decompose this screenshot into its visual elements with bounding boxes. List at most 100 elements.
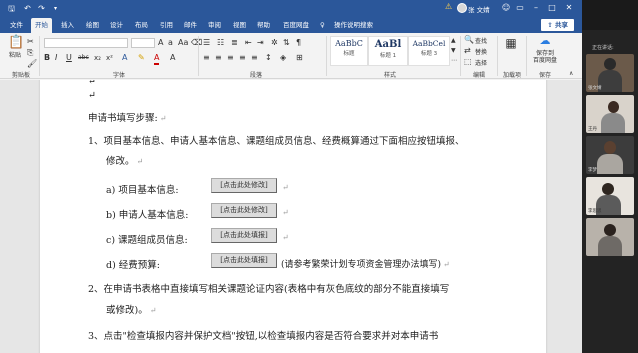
maximize-icon[interactable]: □ <box>546 2 558 14</box>
select-icon[interactable]: ⬚ <box>464 57 472 67</box>
subscript-icon[interactable]: x₂ <box>94 53 101 63</box>
applicant-info-edit-button[interactable]: [点击此处修改] <box>211 203 277 218</box>
format-painter-icon[interactable]: 🖌 <box>27 59 37 69</box>
addins-icon[interactable]: ▦ <box>503 37 519 49</box>
paragraph-mark: ↵ <box>282 208 289 217</box>
borders-icon[interactable]: ⊞ <box>296 53 303 63</box>
participant-tile[interactable]: 李梦 <box>586 136 634 174</box>
warning-icon[interactable]: ⚠ <box>445 2 452 11</box>
underline-icon[interactable]: U <box>66 53 72 63</box>
copy-icon[interactable]: ⎘ <box>27 48 33 58</box>
tab-home[interactable]: 开始 <box>31 18 52 33</box>
share-button[interactable]: ⇪ 共享 <box>541 19 574 31</box>
find-label[interactable]: 查找 <box>475 36 487 45</box>
minimize-icon[interactable]: – <box>530 2 542 14</box>
shrink-font-icon[interactable]: a <box>168 38 173 48</box>
tab-layout[interactable]: 布局 <box>131 18 152 33</box>
char-shading-icon[interactable]: A <box>170 53 175 63</box>
superscript-icon[interactable]: x² <box>106 53 113 63</box>
tab-help[interactable]: 帮助 <box>253 18 274 33</box>
multilevel-list-icon[interactable]: ≣ <box>231 38 238 48</box>
shading-icon[interactable]: ◈ <box>280 53 286 63</box>
font-size-combo[interactable] <box>131 38 155 48</box>
text-effects-icon[interactable]: A <box>122 53 127 63</box>
ribbon-options-icon[interactable]: ▭ <box>514 2 526 14</box>
team-members-fill-button[interactable]: [点击此处填报] <box>211 228 277 243</box>
strikethrough-icon[interactable]: abc <box>78 53 89 63</box>
tab-file[interactable]: 文件 <box>6 18 27 33</box>
participant-tile[interactable]: 李思思 <box>586 177 634 215</box>
replace-label[interactable]: 替换 <box>475 47 487 56</box>
chinese-layout-icon[interactable]: ✲ <box>271 38 278 48</box>
align-right-icon[interactable]: ≡ <box>227 53 234 63</box>
cloud-save-icon[interactable]: ☁ <box>538 35 552 46</box>
change-case-icon[interactable]: Aa <box>178 38 188 48</box>
find-icon[interactable]: 🔍 <box>464 35 474 45</box>
clear-format-icon[interactable]: ⌫ <box>191 38 202 48</box>
bullets-icon[interactable]: ☰ <box>203 38 210 48</box>
font-name-combo[interactable] <box>44 38 128 48</box>
align-left-icon[interactable]: ≡ <box>203 53 210 63</box>
participant-tile[interactable]: 张文婧 <box>586 54 634 92</box>
align-center-icon[interactable]: ≡ <box>215 53 222 63</box>
styles-scroll-down-icon[interactable]: ▼ <box>451 46 456 56</box>
paragraph-mark: ↵ <box>88 90 96 101</box>
bold-icon[interactable]: B <box>44 53 50 63</box>
replace-icon[interactable]: ⇄ <box>464 46 471 56</box>
select-label[interactable]: 选择 <box>475 58 487 67</box>
participant-name: 李思思 <box>588 209 602 214</box>
sort-icon[interactable]: ⇅ <box>283 38 290 48</box>
paste-label[interactable]: 粘贴 <box>6 52 24 59</box>
justify-icon[interactable]: ≡ <box>239 53 246 63</box>
highlight-icon[interactable]: ✎ <box>138 53 145 63</box>
budget-fill-button[interactable]: [点击此处填报] <box>211 253 277 268</box>
tell-me-search[interactable]: 操作说明搜索 <box>330 18 377 33</box>
avatar[interactable] <box>457 3 467 13</box>
tab-mailings[interactable]: 邮件 <box>180 18 201 33</box>
distributed-icon[interactable]: ≡ <box>251 53 258 63</box>
style-heading1[interactable]: AaBl 标题 1 <box>368 36 408 66</box>
increase-indent-icon[interactable]: ⇥ <box>257 38 264 48</box>
participant-tile[interactable]: 王丹 <box>586 95 634 133</box>
tab-insert[interactable]: 插入 <box>57 18 78 33</box>
style-heading3[interactable]: AaBbCel 标题 3 <box>408 36 450 66</box>
redo-icon[interactable]: ↷ <box>36 3 47 14</box>
collapse-ribbon-icon[interactable]: ∧ <box>569 69 573 79</box>
title-bar: 🖫 ↶ ↷ ▾ ⚠ 张 文婧 ☺ ▭ – □ ✕ <box>0 0 582 17</box>
meeting-panel: 正在讲话: 张文婧 王丹 李梦 李思思 <box>582 0 638 353</box>
paragraph-mark: ↵ <box>280 182 289 193</box>
tab-draw[interactable]: 绘图 <box>82 18 103 33</box>
cut-icon[interactable]: ✂ <box>27 37 34 47</box>
numbering-icon[interactable]: ☷ <box>217 38 224 48</box>
styles-scroll-up-icon[interactable]: ▲ <box>451 36 456 46</box>
paragraph-mark: ↵ <box>88 80 96 87</box>
grow-font-icon[interactable]: A <box>158 38 163 48</box>
project-info-edit-button[interactable]: [点击此处修改] <box>211 178 277 193</box>
tab-view[interactable]: 视图 <box>229 18 250 33</box>
baidu-save-label[interactable]: 保存到 百度网盘 <box>530 50 560 64</box>
style-title[interactable]: AaBbC 标题 <box>330 36 368 66</box>
group-styles: 样式 <box>383 72 396 79</box>
tab-baidu[interactable]: 百度网盘 <box>279 18 313 33</box>
tab-review[interactable]: 审阅 <box>204 18 225 33</box>
show-marks-icon[interactable]: ¶ <box>296 38 301 48</box>
group-editing: 编辑 <box>472 72 485 79</box>
line-spacing-icon[interactable]: ↕ <box>265 53 272 63</box>
customize-icon[interactable]: ▾ <box>50 3 61 14</box>
style-sample: AaBl <box>374 39 402 50</box>
doc-sub-d-note: (请参考繁荣计划专项资金管理办法填写) ↵ <box>281 257 450 270</box>
save-icon[interactable]: 🖫 <box>6 3 17 14</box>
decrease-indent-icon[interactable]: ⇤ <box>245 38 252 48</box>
document-page[interactable]: ↵ ↵ 申请书填写步骤: ↵ 1、项目基本信息、申请人基本信息、课题组成员信息、经… <box>40 80 546 353</box>
close-icon[interactable]: ✕ <box>563 2 575 14</box>
undo-icon[interactable]: ↶ <box>22 3 33 14</box>
font-color-icon[interactable]: A <box>154 53 160 65</box>
paragraph-mark: ↵ <box>149 306 157 315</box>
paste-icon[interactable]: 📋 <box>8 36 24 50</box>
participant-tile[interactable] <box>586 218 634 256</box>
tab-references[interactable]: 引用 <box>156 18 177 33</box>
account-icon[interactable]: ☺ <box>500 2 512 14</box>
italic-icon[interactable]: I <box>55 53 57 63</box>
tab-design[interactable]: 设计 <box>106 18 127 33</box>
styles-more-icon[interactable]: ⋯ <box>451 56 457 66</box>
